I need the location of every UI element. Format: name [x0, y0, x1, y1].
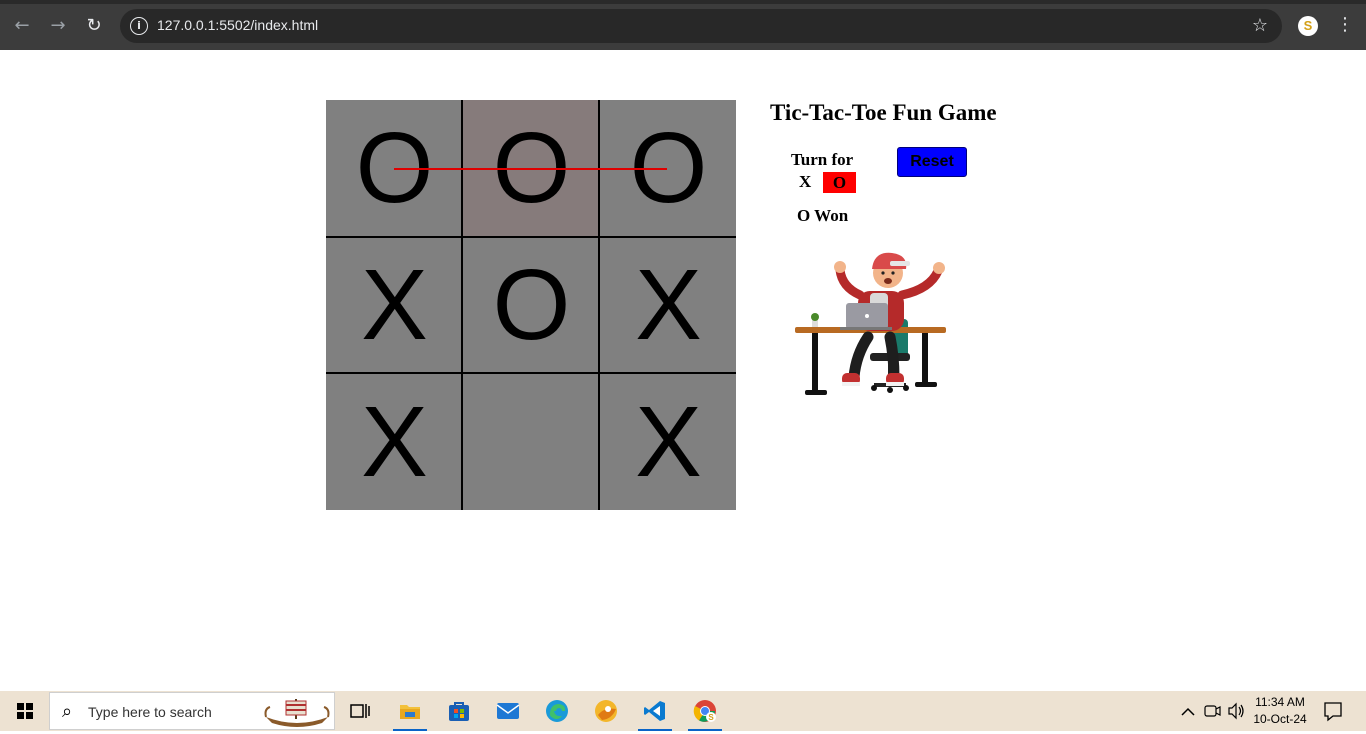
tray-overflow-icon[interactable] — [1178, 691, 1198, 731]
url-text[interactable]: 127.0.0.1:5502/index.html — [157, 17, 318, 33]
file-explorer-icon[interactable] — [391, 695, 429, 731]
turn-indicator-o: O — [823, 172, 856, 193]
board-cell-9[interactable]: X — [600, 374, 737, 511]
tab-strip — [0, 0, 1366, 4]
edge-browser-icon[interactable] — [538, 695, 576, 727]
browser-toolbar: ← → ↻ i 127.0.0.1:5502/index.html ☆ S ⋮ — [0, 0, 1366, 50]
grid-divider — [326, 236, 736, 238]
board-cell-5[interactable]: O — [463, 237, 600, 374]
meet-now-icon[interactable] — [1202, 691, 1222, 731]
game-title: Tic-Tac-Toe Fun Game — [770, 100, 997, 125]
taskbar-search-box[interactable]: ⌕ Type here to search — [49, 692, 335, 730]
windows-taskbar: ⌕ Type here to search S 11:34 AM 10-Oct-… — [0, 691, 1366, 731]
turn-label: Turn for — [791, 150, 854, 169]
vs-code-icon[interactable] — [636, 695, 674, 731]
game-status: O Won — [797, 206, 849, 225]
mail-icon[interactable] — [489, 695, 527, 727]
bookmark-star-icon[interactable]: ☆ — [1252, 15, 1268, 36]
task-view-icon[interactable] — [341, 695, 379, 727]
game-board: O O O X O X X X — [326, 100, 736, 510]
forward-icon[interactable]: → — [46, 14, 70, 38]
volume-icon[interactable] — [1226, 691, 1246, 731]
profile-avatar[interactable]: S — [1298, 16, 1318, 36]
windows-logo-icon — [17, 703, 33, 719]
celebrating-boy-illustration — [795, 252, 946, 395]
notification-center-icon[interactable] — [1322, 691, 1344, 731]
grid-divider — [461, 100, 463, 510]
back-icon[interactable]: ← — [10, 14, 34, 38]
system-clock[interactable]: 11:34 AM 10-Oct-24 — [1250, 694, 1310, 728]
viking-ship-icon — [264, 699, 330, 727]
site-info-icon[interactable]: i — [130, 17, 148, 35]
board-cell-7[interactable]: X — [326, 374, 463, 511]
board-cell-4[interactable]: X — [326, 237, 463, 374]
grid-divider — [326, 372, 736, 374]
reset-button[interactable]: Reset — [897, 147, 967, 177]
winning-line — [394, 168, 667, 170]
search-placeholder: Type here to search — [88, 704, 212, 720]
search-icon: ⌕ — [62, 701, 73, 722]
browser-menu-icon[interactable]: ⋮ — [1336, 14, 1354, 35]
grid-divider — [598, 100, 600, 510]
clock-date: 10-Oct-24 — [1253, 712, 1307, 726]
start-button[interactable] — [0, 691, 48, 731]
chrome-icon[interactable]: S — [686, 695, 724, 731]
board-cell-8[interactable] — [463, 374, 600, 511]
clock-time: 11:34 AM — [1255, 695, 1305, 709]
reload-icon[interactable]: ↻ — [82, 14, 106, 38]
svg-text:S: S — [708, 713, 714, 722]
board-cell-6[interactable]: X — [600, 237, 737, 374]
microsoft-store-icon[interactable] — [440, 695, 478, 727]
turn-indicator-x: X — [799, 172, 812, 191]
canary-browser-icon[interactable] — [587, 695, 625, 727]
address-bar[interactable]: i 127.0.0.1:5502/index.html ☆ — [120, 9, 1282, 43]
